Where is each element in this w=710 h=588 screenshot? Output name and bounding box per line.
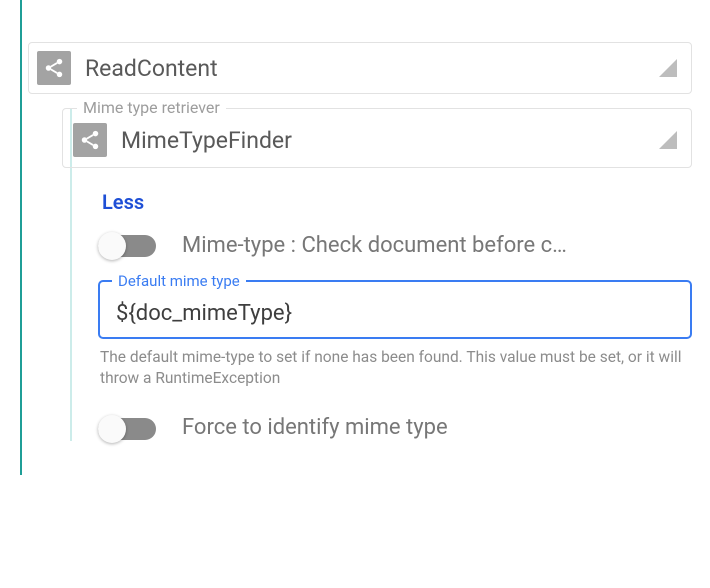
processor-children: Mime type retriever MimeTypeFinder Less … [48,108,692,441]
default-mime-field[interactable]: Default mime type [98,280,692,339]
check-before-row: Mime-type : Check document before c… [98,232,692,258]
toggle-thumb [98,232,126,260]
expand-triangle-icon[interactable] [659,59,677,77]
default-mime-help: The default mime-type to set if none has… [98,347,692,389]
check-before-toggle[interactable] [98,232,156,258]
processor-title: ReadContent [85,55,651,82]
mime-retriever-legend: Mime type retriever [77,98,226,117]
default-mime-legend: Default mime type [112,272,246,290]
share-icon [37,51,71,85]
force-identify-row: Force to identify mime type [98,415,692,441]
force-identify-toggle[interactable] [98,415,156,441]
processor-card-readcontent[interactable]: ReadContent [28,42,692,94]
details-section: Less Mime-type : Check document before c… [98,190,692,441]
share-icon [73,123,107,157]
toggle-thumb [98,415,126,443]
check-before-label: Mime-type : Check document before c… [182,233,692,258]
collapse-details-link[interactable]: Less [102,190,144,214]
default-mime-input[interactable] [114,300,676,327]
config-panel: ReadContent Mime type retriever MimeType… [0,0,710,475]
processor-title: MimeTypeFinder [121,127,651,154]
mime-retriever-fieldset: Mime type retriever MimeTypeFinder [62,108,692,168]
expand-triangle-icon[interactable] [659,131,677,149]
force-identify-label: Force to identify mime type [182,415,692,440]
tree-guide-primary [20,0,22,475]
processor-card-mimetypefinder[interactable]: MimeTypeFinder [63,109,691,167]
